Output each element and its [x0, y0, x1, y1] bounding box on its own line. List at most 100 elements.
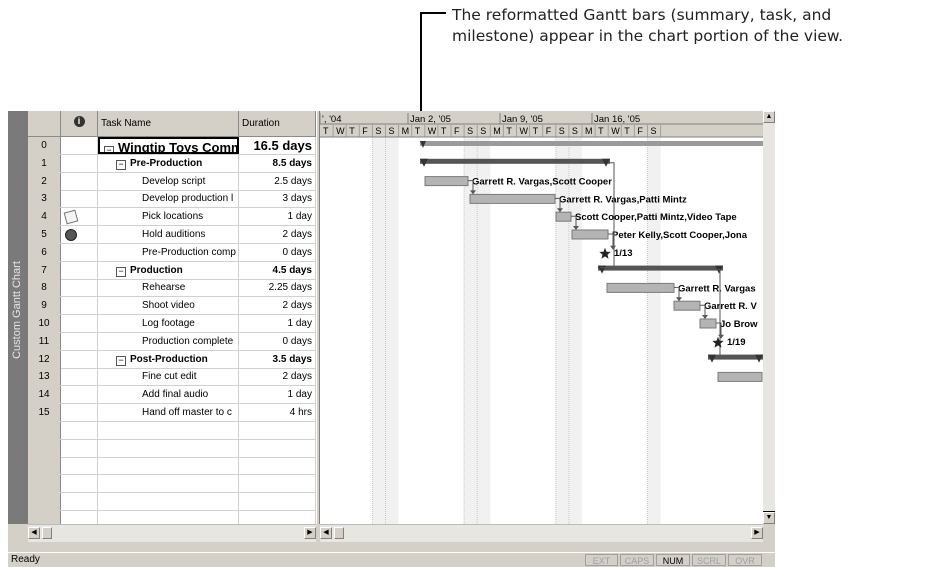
- duration-cell[interactable]: 2 days: [239, 297, 316, 315]
- duration-cell[interactable]: 0 days: [239, 243, 316, 261]
- table-scroll-right-button[interactable]: ▶: [304, 527, 316, 539]
- row-id[interactable]: [28, 493, 61, 510]
- collapse-icon[interactable]: −: [116, 266, 126, 277]
- collapse-icon[interactable]: −: [104, 146, 114, 152]
- task-name-cell[interactable]: Pick locations: [98, 208, 239, 226]
- task-name-cell[interactable]: Fine cut edit: [98, 368, 239, 386]
- table-row[interactable]: [28, 493, 316, 511]
- collapse-icon[interactable]: −: [116, 159, 126, 170]
- hyperlink-icon[interactable]: [65, 229, 77, 241]
- task-name-cell[interactable]: − Post-Production: [98, 350, 239, 368]
- scroll-down-button[interactable]: ▼: [763, 512, 775, 524]
- table-row[interactable]: 14 Add final audio 1 day: [28, 386, 316, 405]
- task-name-cell[interactable]: − Pre-Production: [98, 154, 239, 172]
- task-name-cell[interactable]: [98, 421, 239, 439]
- row-id[interactable]: 4: [28, 208, 61, 226]
- chart-horizontal-scrollbar[interactable]: ◀ ▶: [320, 524, 763, 542]
- duration-cell[interactable]: 4.5 days: [239, 261, 316, 279]
- row-id[interactable]: 13: [28, 368, 61, 386]
- row-id[interactable]: 11: [28, 332, 61, 350]
- row-id[interactable]: [28, 475, 61, 493]
- table-row[interactable]: 2 Develop script 2.5 days: [28, 172, 316, 191]
- note-icon[interactable]: [63, 209, 79, 225]
- task-name-cell[interactable]: Shoot video: [98, 297, 239, 315]
- row-id[interactable]: 1: [28, 154, 61, 172]
- table-row[interactable]: [28, 457, 316, 476]
- duration-cell[interactable]: [239, 510, 316, 524]
- row-id[interactable]: 5: [28, 226, 61, 243]
- table-row[interactable]: [28, 421, 316, 440]
- task-name-cell[interactable]: − Production: [98, 261, 239, 279]
- task-name-cell[interactable]: Production complete: [98, 332, 239, 350]
- table-row[interactable]: 3 Develop production l 3 days: [28, 190, 316, 209]
- table-row[interactable]: 4 Pick locations 1 day: [28, 208, 316, 227]
- task-name-column-header[interactable]: Task Name: [98, 111, 239, 137]
- duration-cell[interactable]: 2 days: [239, 368, 316, 386]
- row-id[interactable]: [28, 457, 61, 475]
- duration-cell[interactable]: 1 day: [239, 386, 316, 404]
- task-name-cell[interactable]: [98, 457, 239, 475]
- row-id[interactable]: 12: [28, 350, 61, 368]
- vertical-scrollbar[interactable]: ▲ ▼: [763, 111, 775, 524]
- duration-cell[interactable]: 2.25 days: [239, 279, 316, 297]
- duration-column-header[interactable]: Duration: [239, 111, 316, 137]
- task-name-cell[interactable]: [98, 439, 239, 457]
- row-id[interactable]: [28, 439, 61, 457]
- view-bar[interactable]: Custom Gantt Chart: [8, 111, 28, 524]
- duration-cell[interactable]: 3.5 days: [239, 350, 316, 368]
- row-id[interactable]: [28, 421, 61, 439]
- task-name-cell[interactable]: − Wingtip Toys Comm: [98, 137, 239, 154]
- duration-cell[interactable]: [239, 457, 316, 475]
- task-name-cell[interactable]: Log footage: [98, 315, 239, 332]
- scroll-up-button[interactable]: ▲: [763, 111, 775, 123]
- duration-cell[interactable]: [239, 493, 316, 510]
- indicators-column-header[interactable]: i: [61, 111, 98, 137]
- duration-cell[interactable]: 3 days: [239, 190, 316, 208]
- duration-cell[interactable]: 4 hrs: [239, 404, 316, 421]
- row-id[interactable]: 9: [28, 297, 61, 315]
- task-name-cell[interactable]: [98, 475, 239, 493]
- row-id[interactable]: 14: [28, 386, 61, 404]
- task-name-cell[interactable]: Add final audio: [98, 386, 239, 404]
- row-id[interactable]: 15: [28, 404, 61, 421]
- task-name-cell[interactable]: Develop production l: [98, 190, 239, 208]
- row-id[interactable]: 2: [28, 172, 61, 190]
- task-name-cell[interactable]: [98, 493, 239, 510]
- table-row[interactable]: 1 − Pre-Production 8.5 days: [28, 154, 316, 173]
- table-row[interactable]: 9 Shoot video 2 days: [28, 297, 316, 316]
- table-scroll-thumb[interactable]: [42, 527, 52, 539]
- table-row[interactable]: 11 Production complete 0 days: [28, 332, 316, 351]
- duration-cell[interactable]: 2.5 days: [239, 172, 316, 190]
- row-id[interactable]: 8: [28, 279, 61, 297]
- chart-scroll-thumb[interactable]: [334, 527, 344, 539]
- row-id[interactable]: 7: [28, 261, 61, 279]
- table-row[interactable]: 0 − Wingtip Toys Comm 16.5 days: [28, 137, 316, 155]
- resize-grip-icon[interactable]: [763, 524, 775, 541]
- duration-cell[interactable]: [239, 421, 316, 439]
- duration-cell[interactable]: 1 day: [239, 208, 316, 226]
- task-name-cell[interactable]: Hold auditions: [98, 226, 239, 243]
- table-row[interactable]: 12 − Post-Production 3.5 days: [28, 350, 316, 369]
- chart-scroll-right-button[interactable]: ▶: [751, 527, 763, 539]
- duration-cell[interactable]: 0 days: [239, 332, 316, 350]
- duration-cell[interactable]: [239, 439, 316, 457]
- table-row[interactable]: 6 Pre-Production comp 0 days: [28, 243, 316, 262]
- table-row[interactable]: 13 Fine cut edit 2 days: [28, 368, 316, 387]
- table-row[interactable]: 8 Rehearse 2.25 days: [28, 279, 316, 298]
- row-id[interactable]: 6: [28, 243, 61, 261]
- task-name-cell[interactable]: [98, 510, 239, 524]
- row-id[interactable]: 3: [28, 190, 61, 208]
- table-row[interactable]: [28, 510, 316, 524]
- task-name-cell[interactable]: Develop script: [98, 172, 239, 190]
- table-row[interactable]: 5 Hold auditions 2 days: [28, 226, 316, 244]
- collapse-icon[interactable]: −: [116, 355, 126, 366]
- row-id[interactable]: 0: [28, 137, 61, 154]
- select-all-corner[interactable]: [28, 111, 61, 137]
- table-row[interactable]: 10 Log footage 1 day: [28, 315, 316, 333]
- task-name-cell[interactable]: Rehearse: [98, 279, 239, 297]
- duration-cell[interactable]: 16.5 days: [239, 137, 316, 154]
- duration-cell[interactable]: 2 days: [239, 226, 316, 243]
- row-id[interactable]: 10: [28, 315, 61, 332]
- table-row[interactable]: 15 Hand off master to c 4 hrs: [28, 404, 316, 422]
- duration-cell[interactable]: 8.5 days: [239, 154, 316, 172]
